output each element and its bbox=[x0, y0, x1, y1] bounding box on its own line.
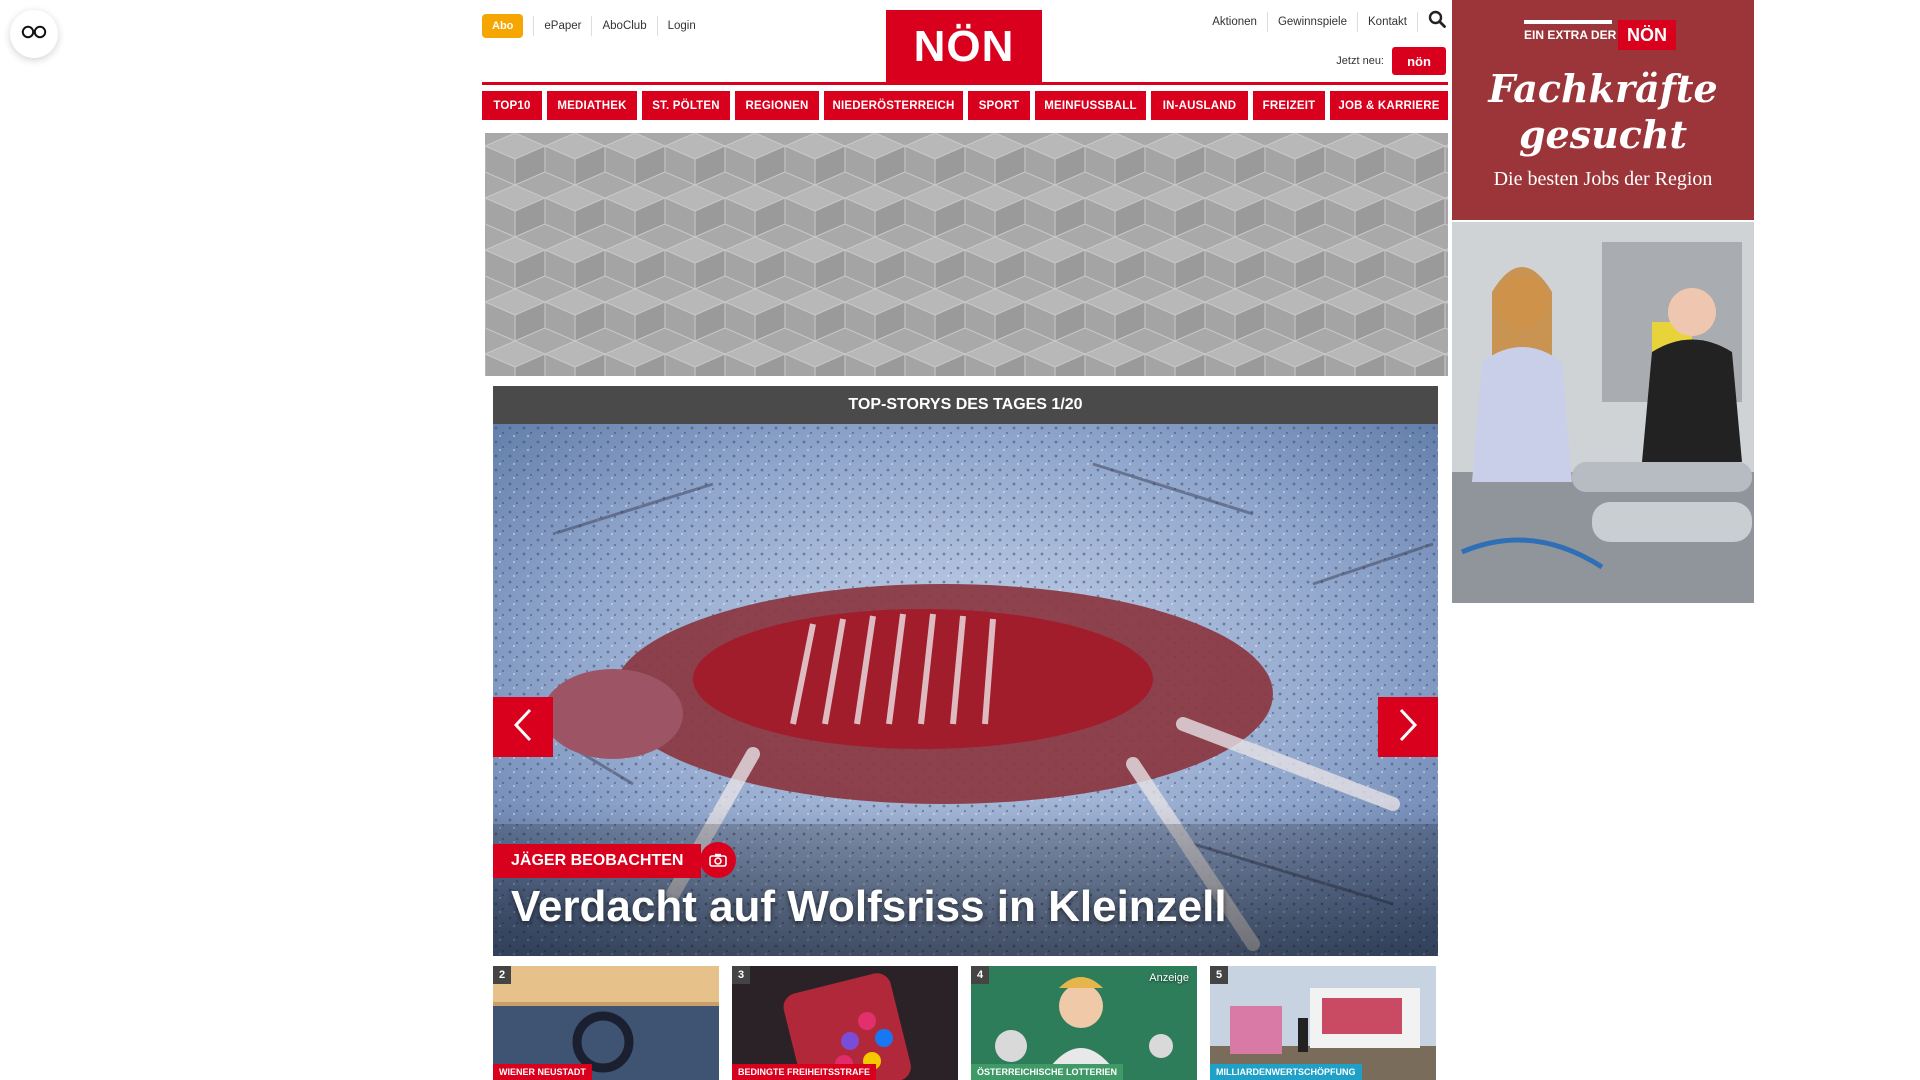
teaser-row: 2 WIENER NEUSTADT 3 BEDINGTE FREIHEITSST… bbox=[493, 966, 1438, 1080]
side-ad-title: Fachkräfte gesucht bbox=[1452, 66, 1754, 158]
side-ad-subtitle: Die besten Jobs der Region bbox=[1493, 168, 1713, 190]
nav-mediathek[interactable]: MEDIATHEK bbox=[547, 91, 637, 120]
teaser-tag: WIENER NEUSTADT bbox=[493, 1064, 592, 1080]
side-ad-title-line1: Fachkräfte bbox=[1488, 66, 1718, 111]
teaser-image bbox=[1210, 966, 1436, 1080]
nav-meinfussball[interactable]: MEINFUSSBALL bbox=[1035, 91, 1146, 120]
teaser-card[interactable]: 2 WIENER NEUSTADT bbox=[493, 966, 719, 1080]
kids-noen-logo[interactable]: nön bbox=[1392, 47, 1446, 75]
nav-job-karriere[interactable]: JOB & KARRIERE bbox=[1330, 91, 1448, 120]
nav-regionen[interactable]: REGIONEN bbox=[735, 91, 819, 120]
teaser-tag: MILLIARDENWERTSCHÖPFUNG bbox=[1210, 1064, 1362, 1080]
abo-button[interactable]: Abo bbox=[482, 14, 524, 38]
teaser-image bbox=[493, 966, 719, 1080]
side-ad-extra-label: EIN EXTRA DER bbox=[1524, 28, 1617, 42]
header-divider bbox=[482, 82, 1448, 85]
login-link[interactable]: Login bbox=[656, 16, 706, 36]
slider-next-button[interactable] bbox=[1378, 697, 1438, 757]
nav-freizeit[interactable]: FREIZEIT bbox=[1253, 91, 1325, 120]
teaser-number: 5 bbox=[1210, 966, 1228, 984]
glasses-icon bbox=[21, 25, 47, 44]
jetzt-neu: Jetzt neu: nön bbox=[1336, 47, 1446, 75]
nav-in-ausland[interactable]: IN-AUSLAND bbox=[1151, 91, 1248, 120]
side-ad-photo bbox=[1452, 222, 1754, 603]
teaser-tag: ÖSTERREICHISCHE LOTTERIEN bbox=[971, 1064, 1124, 1080]
slider-prev-button[interactable] bbox=[493, 697, 553, 757]
aktionen-link[interactable]: Aktionen bbox=[1202, 11, 1268, 32]
chevron-left-icon bbox=[512, 707, 534, 748]
slider-image[interactable]: JÄGER BEOBACHTEN Verdacht auf Wolfsriss … bbox=[493, 424, 1438, 956]
story-kicker[interactable]: JÄGER BEOBACHTEN bbox=[493, 844, 702, 878]
site-header: Abo ePaper AboClub Login NÖN Aktionen Ge… bbox=[482, 0, 1448, 84]
banner-ad-placeholder[interactable] bbox=[485, 133, 1448, 376]
teaser-number: 4 bbox=[971, 966, 989, 984]
side-job-ad[interactable]: EIN EXTRA DER NÖN Fachkräfte gesucht Die… bbox=[1452, 0, 1754, 603]
kontakt-link[interactable]: Kontakt bbox=[1358, 11, 1418, 32]
teaser-ad-label: Anzeige bbox=[1149, 972, 1189, 984]
search-button[interactable] bbox=[1418, 10, 1448, 33]
slider-heading: TOP-STORYS DES TAGES 1/20 bbox=[493, 386, 1438, 424]
side-ad-header: EIN EXTRA DER NÖN Fachkräfte gesucht Die… bbox=[1452, 0, 1754, 220]
nav-sport[interactable]: SPORT bbox=[968, 91, 1030, 120]
teaser-card[interactable]: 3 BEDINGTE FREIHEITSSTRAFE bbox=[732, 966, 958, 1080]
teaser-card[interactable]: 5 MILLIARDENWERTSCHÖPFUNG bbox=[1210, 966, 1436, 1080]
nav-niederoesterreich[interactable]: NIEDERÖSTERREICH bbox=[824, 91, 963, 120]
teaser-image bbox=[732, 966, 958, 1080]
side-ad-logo: NÖN bbox=[1618, 20, 1676, 50]
chevron-right-icon bbox=[1397, 707, 1419, 748]
side-ad-bar bbox=[1524, 20, 1612, 24]
reader-mode-button[interactable] bbox=[10, 10, 58, 58]
nav-top10[interactable]: TOP10 bbox=[482, 91, 542, 120]
side-ad-title-line2: gesucht bbox=[1518, 112, 1688, 157]
teaser-number: 2 bbox=[493, 966, 511, 984]
jetzt-neu-label: Jetzt neu: bbox=[1336, 55, 1384, 67]
search-icon bbox=[1428, 10, 1446, 33]
gewinnspiele-link[interactable]: Gewinnspiele bbox=[1268, 11, 1358, 32]
teaser-card[interactable]: 4 Anzeige ÖSTERREICHISCHE LOTTERIEN bbox=[971, 966, 1197, 1080]
teaser-tag: BEDINGTE FREIHEITSSTRAFE bbox=[732, 1064, 877, 1080]
camera-icon bbox=[700, 842, 736, 878]
cube-pattern bbox=[485, 133, 1448, 376]
nav-st-poelten[interactable]: ST. PÖLTEN bbox=[642, 91, 730, 120]
story-headline[interactable]: Verdacht auf Wolfsriss in Kleinzell bbox=[511, 882, 1227, 932]
top-stories-slider: TOP-STORYS DES TAGES 1/20 JÄGER BEOBACHT… bbox=[493, 386, 1438, 956]
main-nav: TOP10 MEDIATHEK ST. PÖLTEN REGIONEN NIED… bbox=[482, 91, 1448, 120]
teaser-number: 3 bbox=[732, 966, 750, 984]
top-nav-left: Abo ePaper AboClub Login bbox=[482, 14, 706, 38]
site-logo[interactable]: NÖN bbox=[886, 10, 1042, 84]
aboclub-link[interactable]: AboClub bbox=[591, 16, 656, 36]
top-nav-right: Aktionen Gewinnspiele Kontakt bbox=[1202, 10, 1448, 33]
epaper-link[interactable]: ePaper bbox=[533, 16, 591, 36]
